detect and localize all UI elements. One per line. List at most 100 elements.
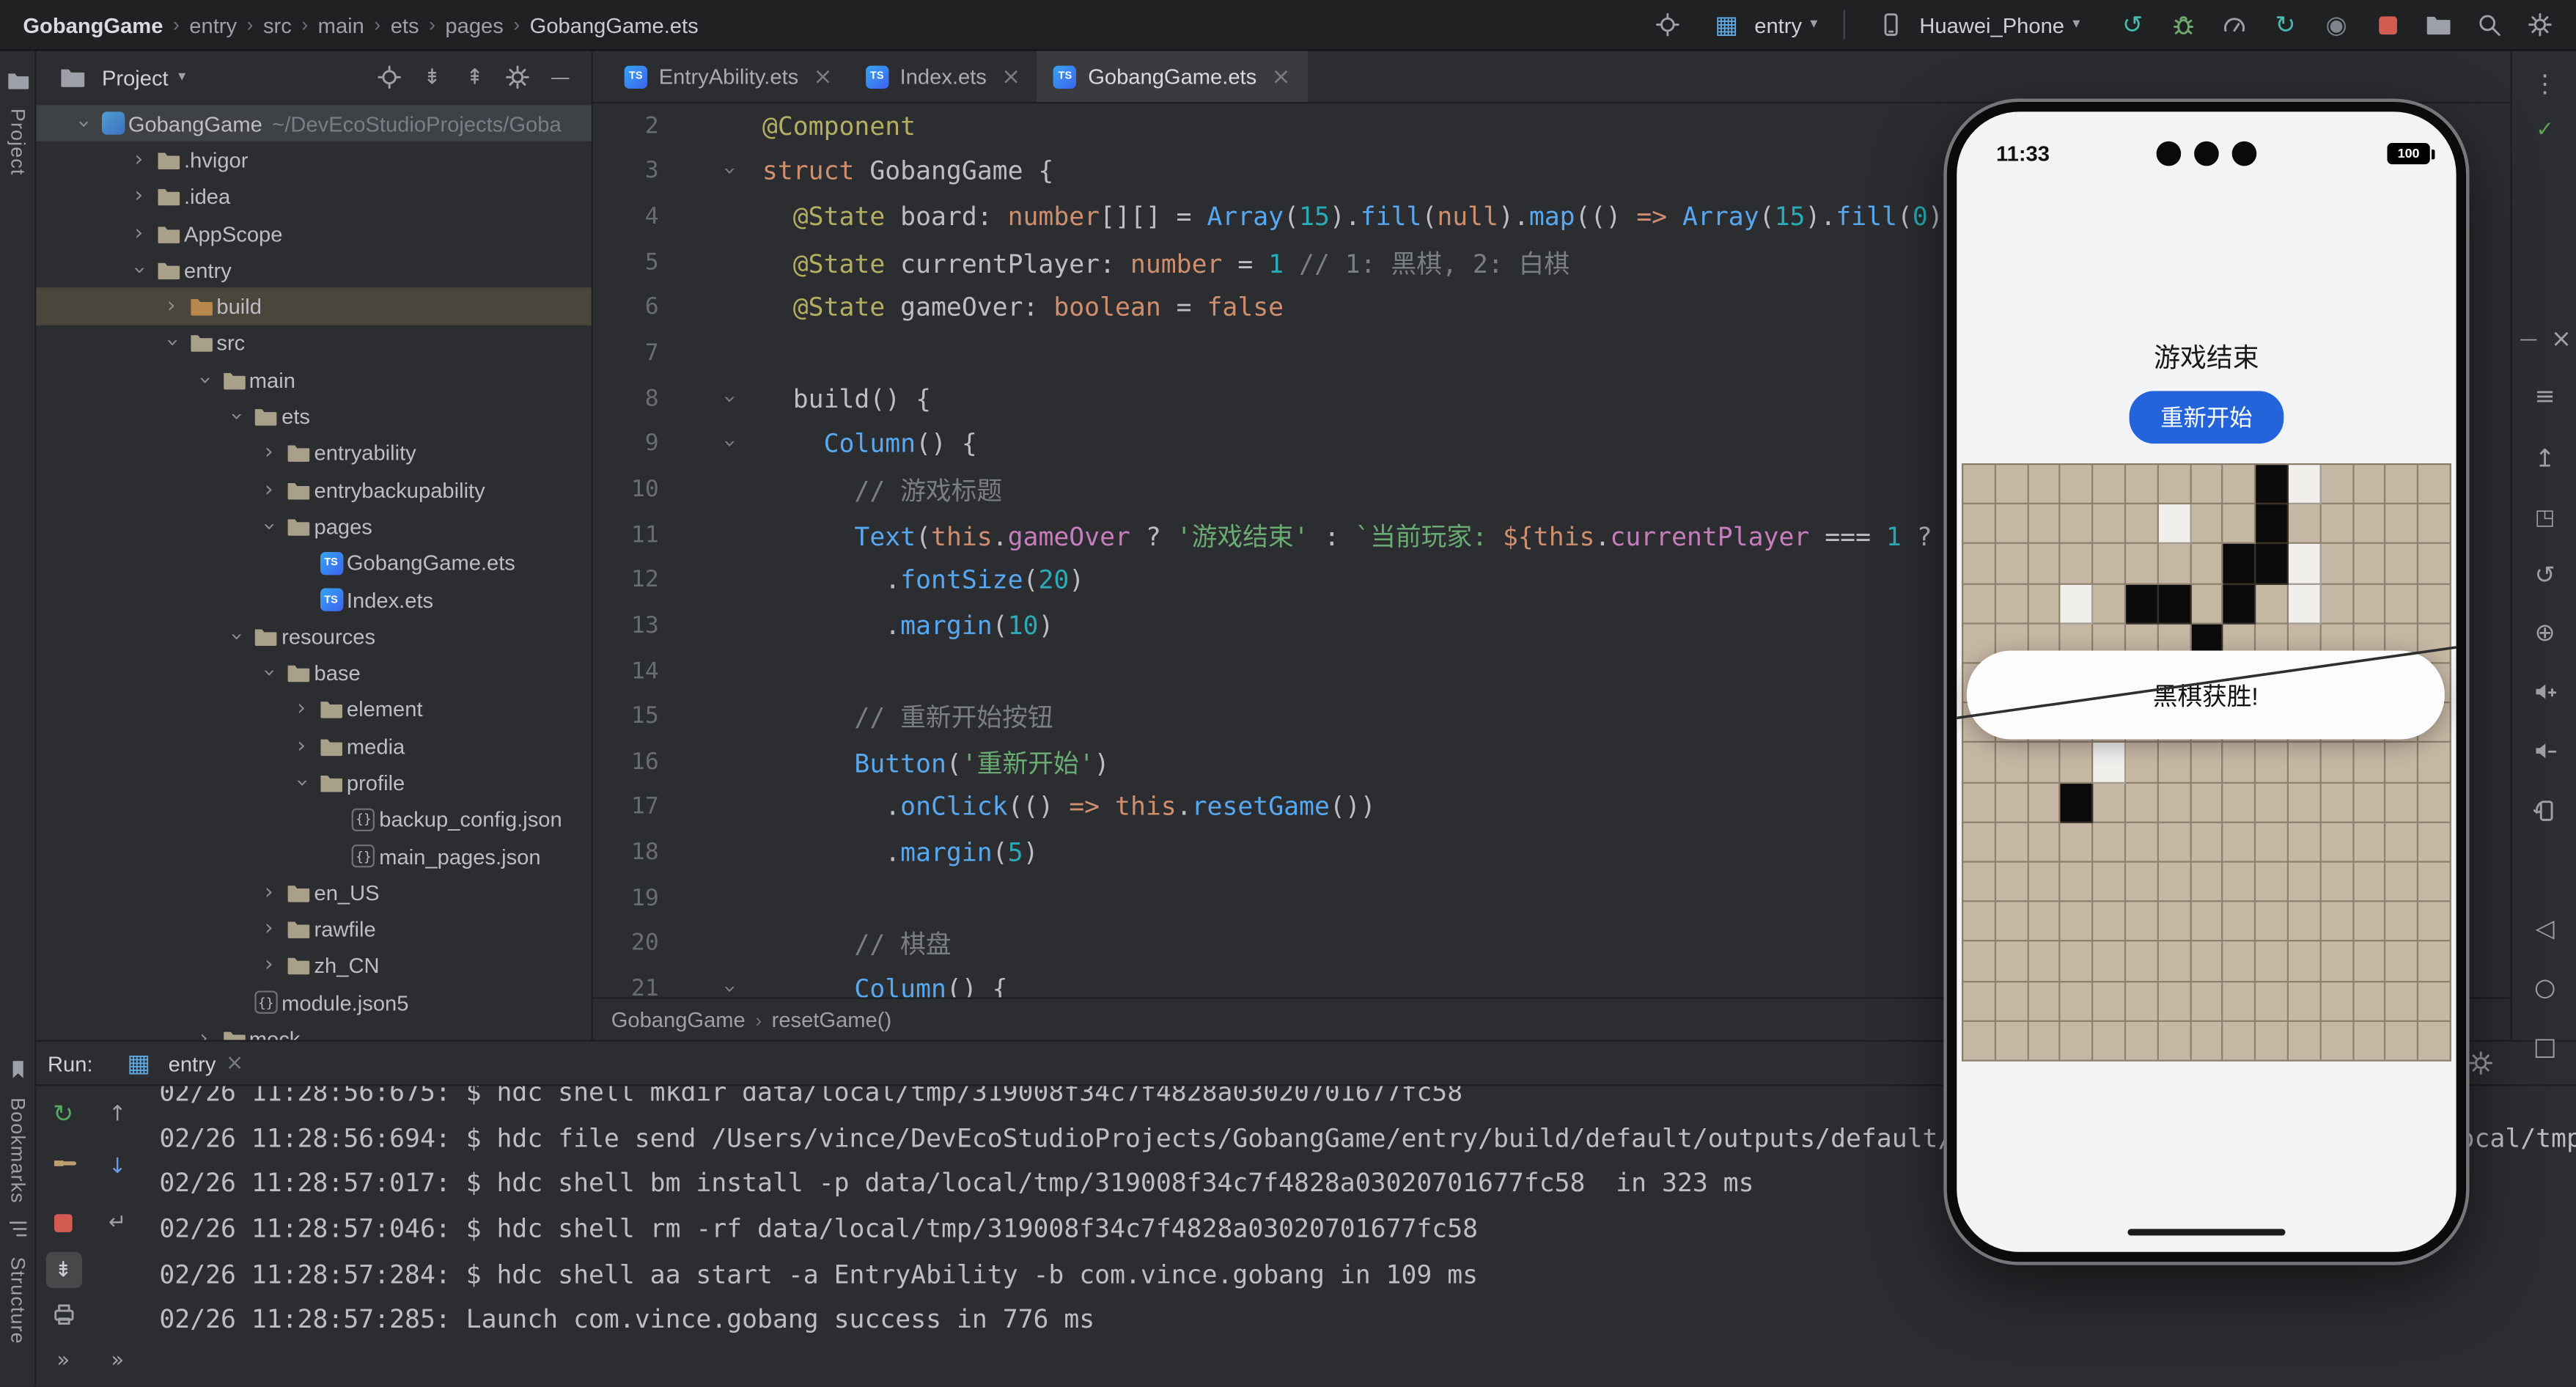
volume-down-icon[interactable] bbox=[2525, 731, 2565, 770]
board-cell[interactable] bbox=[2289, 504, 2321, 544]
board-cell[interactable] bbox=[2061, 823, 2093, 862]
board-cell[interactable] bbox=[2158, 863, 2190, 902]
stop-icon[interactable] bbox=[45, 1204, 81, 1240]
line-number[interactable]: 19 bbox=[593, 885, 659, 911]
close-icon[interactable]: × bbox=[1271, 63, 1290, 89]
board-cell[interactable] bbox=[2418, 982, 2451, 1021]
board-cell[interactable] bbox=[1963, 545, 1995, 584]
tree-item-gobanggame[interactable]: ›GobangGame~/DevEcoStudioProjects/Goba bbox=[36, 105, 592, 141]
board-cell[interactable] bbox=[2191, 743, 2223, 783]
expand-all-icon[interactable]: ⇟ bbox=[414, 59, 450, 95]
attach-debugger-icon[interactable]: ◉ bbox=[2316, 5, 2356, 45]
line-number[interactable]: 21 bbox=[593, 976, 659, 997]
tree-item-profile[interactable]: ›profile bbox=[36, 765, 592, 801]
board-cell[interactable] bbox=[2191, 465, 2223, 504]
board-cell[interactable] bbox=[2061, 982, 2093, 1021]
tree-chevron-icon[interactable]: › bbox=[158, 294, 185, 319]
board-cell[interactable] bbox=[2223, 783, 2256, 823]
board-cell[interactable] bbox=[2028, 982, 2061, 1021]
fold-chevron-icon[interactable]: › bbox=[716, 440, 741, 449]
tree-chevron-icon[interactable]: › bbox=[257, 512, 281, 540]
board-cell[interactable] bbox=[2191, 982, 2223, 1021]
board-cell[interactable] bbox=[2354, 504, 2386, 544]
board-cell[interactable] bbox=[2386, 783, 2418, 823]
tree-chevron-icon[interactable]: › bbox=[287, 697, 315, 722]
breadcrumb-item[interactable]: ets bbox=[391, 12, 419, 37]
board-cell[interactable] bbox=[2289, 902, 2321, 942]
board-cell[interactable] bbox=[2289, 465, 2321, 504]
hide-icon[interactable]: — bbox=[542, 59, 578, 95]
tree-chevron-icon[interactable]: › bbox=[257, 659, 281, 687]
board-cell[interactable] bbox=[2094, 1022, 2126, 1062]
board-cell[interactable] bbox=[2256, 545, 2289, 584]
volume-up-icon[interactable] bbox=[2525, 672, 2565, 712]
board-cell[interactable] bbox=[2289, 545, 2321, 584]
board-cell[interactable] bbox=[1996, 823, 2028, 862]
locate-icon[interactable] bbox=[372, 59, 408, 95]
board-cell[interactable] bbox=[2126, 902, 2158, 942]
board-cell[interactable] bbox=[1963, 982, 1995, 1021]
board-cell[interactable] bbox=[2094, 465, 2126, 504]
stop-icon[interactable] bbox=[2368, 5, 2407, 45]
board-cell[interactable] bbox=[2061, 545, 2093, 584]
board-cell[interactable] bbox=[2126, 465, 2158, 504]
board-cell[interactable] bbox=[2126, 783, 2158, 823]
board-cell[interactable] bbox=[2061, 465, 2093, 504]
tree-chevron-icon[interactable]: › bbox=[125, 148, 152, 173]
board-cell[interactable] bbox=[1963, 743, 1995, 783]
board-cell[interactable] bbox=[2256, 783, 2289, 823]
tree-chevron-icon[interactable]: › bbox=[125, 221, 152, 246]
board-cell[interactable] bbox=[2158, 783, 2190, 823]
line-number[interactable]: 17 bbox=[593, 794, 659, 820]
close-icon[interactable]: × bbox=[226, 1051, 243, 1075]
board-cell[interactable] bbox=[1996, 902, 2028, 942]
tree-item--hvigor[interactable]: ›.hvigor bbox=[36, 141, 592, 178]
board-cell[interactable] bbox=[2191, 545, 2223, 584]
board-cell[interactable] bbox=[2418, 823, 2451, 862]
board-cell[interactable] bbox=[1963, 584, 1995, 624]
board-cell[interactable] bbox=[2094, 783, 2126, 823]
close-icon[interactable]: × bbox=[813, 63, 832, 89]
line-number[interactable]: 11 bbox=[593, 522, 659, 548]
board-cell[interactable] bbox=[2223, 743, 2256, 783]
board-cell[interactable] bbox=[2191, 902, 2223, 942]
board-cell[interactable] bbox=[2126, 823, 2158, 862]
breadcrumb-item[interactable]: src bbox=[263, 12, 292, 37]
board-cell[interactable] bbox=[1963, 863, 1995, 902]
rerun-icon[interactable]: ↻ bbox=[45, 1096, 81, 1132]
board-cell[interactable] bbox=[2321, 902, 2353, 942]
board-cell[interactable] bbox=[2094, 863, 2126, 902]
board-cell[interactable] bbox=[2126, 545, 2158, 584]
breadcrumb-item[interactable]: resetGame() bbox=[772, 1007, 892, 1032]
board-cell[interactable] bbox=[2386, 545, 2418, 584]
board-cell[interactable] bbox=[1963, 823, 1995, 862]
board-cell[interactable] bbox=[2386, 863, 2418, 902]
board-cell[interactable] bbox=[2386, 743, 2418, 783]
breadcrumb-item[interactable]: GobangGame.ets bbox=[530, 12, 699, 37]
board-cell[interactable] bbox=[1963, 902, 1995, 942]
close-icon[interactable]: × bbox=[2547, 324, 2576, 353]
board-cell[interactable] bbox=[2223, 465, 2256, 504]
board-cell[interactable] bbox=[2028, 902, 2061, 942]
inspections-ok-icon[interactable]: ✓ bbox=[2525, 110, 2565, 150]
board-cell[interactable] bbox=[2028, 743, 2061, 783]
board-cell[interactable] bbox=[2354, 783, 2386, 823]
board-cell[interactable] bbox=[2256, 982, 2289, 1021]
tree-chevron-icon[interactable]: › bbox=[255, 954, 283, 979]
softwrap-icon[interactable]: ↵ bbox=[100, 1204, 136, 1240]
board-cell[interactable] bbox=[2126, 743, 2158, 783]
breadcrumb-item[interactable]: GobangGame bbox=[611, 1007, 746, 1032]
line-number[interactable]: 12 bbox=[593, 567, 659, 594]
board-cell[interactable] bbox=[2256, 942, 2289, 982]
board-cell[interactable] bbox=[2321, 982, 2353, 1021]
fold-chevron-icon[interactable]: › bbox=[716, 394, 741, 403]
zoom-icon[interactable]: ⊕ bbox=[2525, 613, 2565, 652]
board-cell[interactable] bbox=[2256, 465, 2289, 504]
settings-icon[interactable] bbox=[499, 59, 535, 95]
line-number[interactable]: 13 bbox=[593, 613, 659, 639]
board-cell[interactable] bbox=[2094, 584, 2126, 624]
up-icon[interactable]: ↑ bbox=[100, 1096, 136, 1132]
tree-item-main[interactable]: ›main bbox=[36, 361, 592, 398]
board-cell[interactable] bbox=[2418, 1022, 2451, 1062]
breadcrumb-item[interactable]: pages bbox=[445, 12, 503, 37]
